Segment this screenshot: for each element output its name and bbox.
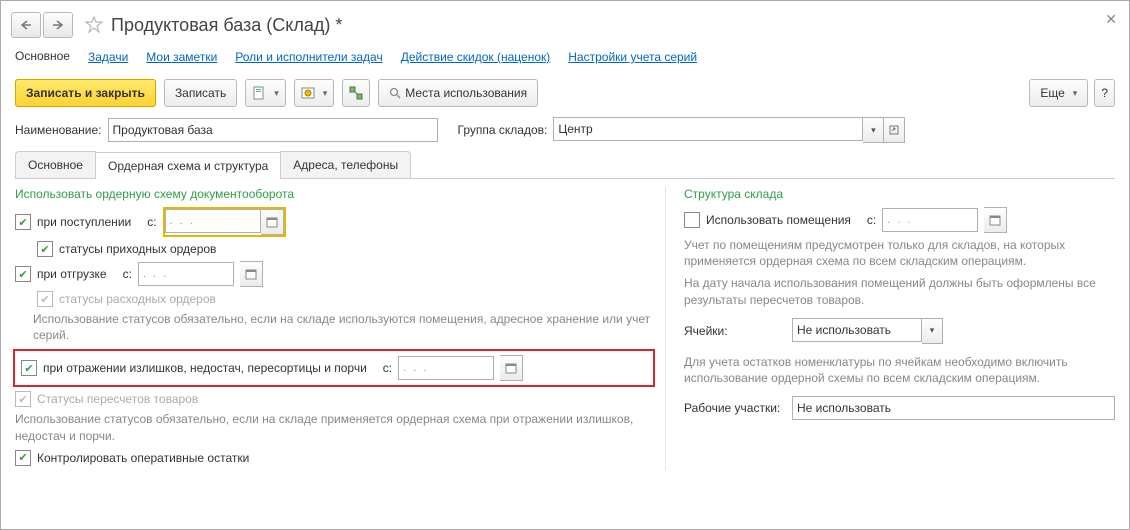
subtab-main[interactable]: Основное [15, 151, 96, 178]
link-icon [349, 86, 363, 100]
checkbox-recount-status: ✔ [15, 391, 31, 407]
group-input[interactable] [553, 117, 863, 141]
date-rooms-picker[interactable] [984, 207, 1007, 233]
nav-tab-discounts[interactable]: Действие скидок (наценок) [401, 50, 551, 64]
areas-input[interactable] [792, 396, 1115, 420]
checkbox-use-rooms-label: Использовать помещения [706, 213, 851, 227]
calendar-icon [989, 214, 1001, 226]
group-label: Группа складов: [458, 123, 548, 137]
report-icon [301, 86, 315, 100]
from-label-3: с: [383, 361, 392, 375]
date-shipment-input[interactable]: . . . [138, 262, 234, 286]
checkbox-surplus[interactable]: ✔ [21, 360, 37, 376]
document-icon [252, 86, 266, 100]
hint-status-required-2: Использование статусов обязательно, если… [15, 411, 655, 443]
save-and-close-button[interactable]: Записать и закрыть [15, 79, 156, 107]
checkbox-control-balances-label: Контролировать оперативные остатки [37, 451, 249, 465]
usage-button[interactable]: Места использования [378, 79, 538, 107]
nav-tab-series[interactable]: Настройки учета серий [568, 50, 697, 64]
cells-label: Ячейки: [684, 324, 784, 338]
calendar-icon [505, 362, 517, 374]
date-rooms-input[interactable]: . . . [882, 208, 978, 232]
left-section-title: Использовать ордерную схему документообо… [15, 187, 655, 201]
date-shipment-picker[interactable] [240, 261, 263, 287]
save-button[interactable]: Записать [164, 79, 237, 107]
cells-dropdown-button[interactable]: ▾ [922, 318, 943, 344]
link-button[interactable] [342, 79, 370, 107]
calendar-icon [245, 268, 257, 280]
hint-rooms-2: На дату начала использования помещений д… [684, 275, 1115, 307]
date-surplus-picker[interactable] [500, 355, 523, 381]
name-label: Наименование: [15, 123, 102, 137]
checkbox-receipt-status-label: статусы приходных ордеров [59, 242, 216, 256]
arrow-right-icon [52, 20, 64, 30]
group-dropdown-button[interactable]: ▾ [863, 117, 884, 143]
checkbox-on-receipt-label: при поступлении [37, 215, 131, 229]
hint-rooms-1: Учет по помещениям предусмотрен только д… [684, 237, 1115, 269]
checkbox-on-shipment-label: при отгрузке [37, 267, 107, 281]
calendar-icon [266, 216, 278, 228]
name-input[interactable] [108, 118, 438, 142]
subtab-addresses[interactable]: Адреса, телефоны [280, 151, 411, 178]
checkbox-shipment-status-label: статусы расходных ордеров [59, 292, 216, 306]
hint-status-required-1: Использование статусов обязательно, если… [33, 311, 655, 343]
help-button[interactable]: ? [1094, 79, 1115, 107]
nav-back-button[interactable] [11, 12, 41, 38]
cells-input[interactable] [792, 318, 922, 342]
from-label-2: с: [123, 267, 132, 281]
date-surplus-input[interactable]: . . . [398, 356, 494, 380]
hint-cells: Для учета остатков номенклатуры по ячейк… [684, 354, 1115, 386]
report-button[interactable] [294, 79, 335, 107]
date-receipt-input[interactable]: . . . [165, 209, 261, 233]
favorite-star-icon[interactable] [85, 16, 103, 34]
right-section-title: Структура склада [684, 187, 1115, 201]
from-label-4: с: [867, 213, 876, 227]
date-receipt-picker[interactable] [261, 209, 284, 235]
from-label-1: с: [147, 215, 156, 229]
search-icon [389, 87, 401, 99]
nav-tab-main[interactable]: Основное [15, 49, 70, 65]
open-icon [889, 125, 899, 135]
close-button[interactable]: ✕ [1105, 11, 1117, 28]
checkbox-control-balances[interactable]: ✔ [15, 450, 31, 466]
checkbox-surplus-label: при отражении излишков, недостач, пересо… [43, 361, 367, 375]
arrow-left-icon [20, 20, 32, 30]
areas-label: Рабочие участки: [684, 401, 784, 415]
checkbox-on-shipment[interactable]: ✔ [15, 266, 31, 282]
checkbox-shipment-status: ✔ [37, 291, 53, 307]
checkbox-on-receipt[interactable]: ✔ [15, 214, 31, 230]
checkbox-use-rooms[interactable]: ✔ [684, 212, 700, 228]
window-title: Продуктовая база (Склад) * [111, 15, 342, 36]
nav-forward-button[interactable] [43, 12, 73, 38]
more-button[interactable]: Еще [1029, 79, 1088, 107]
generate-button[interactable] [245, 79, 286, 107]
nav-tab-notes[interactable]: Мои заметки [146, 50, 217, 64]
nav-tab-tasks[interactable]: Задачи [88, 50, 128, 64]
subtab-order-scheme[interactable]: Ордерная схема и структура [95, 152, 281, 179]
checkbox-recount-status-label: Статусы пересчетов товаров [37, 392, 198, 406]
group-open-button[interactable] [884, 117, 905, 143]
nav-tab-roles[interactable]: Роли и исполнители задач [235, 50, 382, 64]
usage-button-label: Места использования [405, 86, 527, 100]
checkbox-receipt-status[interactable]: ✔ [37, 241, 53, 257]
